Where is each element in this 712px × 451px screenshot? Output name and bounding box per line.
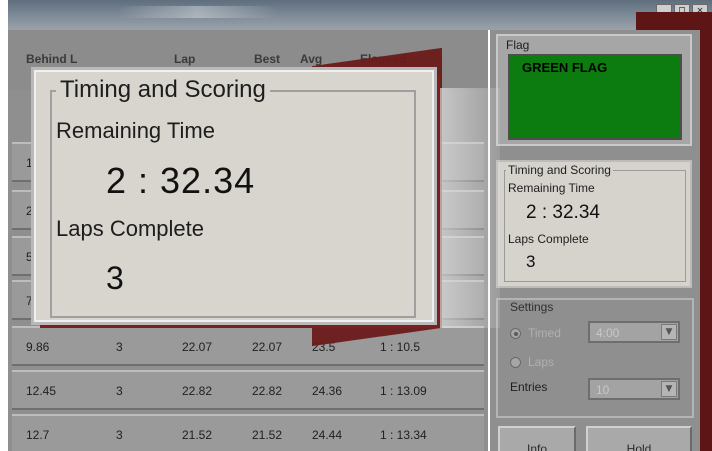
- table-row[interactable]: 12.7 3 21.52 21.52 24.44 1 : 13.34: [12, 414, 484, 451]
- zoomed-timing-group: Timing and Scoring Remaining Time 2 : 32…: [50, 76, 416, 318]
- flag-indicator: GREEN FLAG: [508, 54, 682, 140]
- laps-complete-value: 3: [526, 252, 536, 271]
- table-row[interactable]: 9.86 3 22.07 22.07 23.5 1 : 10.5: [12, 326, 484, 366]
- cell-elapsed: 1 : 13.09: [380, 384, 427, 398]
- cell-last: 22.07: [182, 340, 213, 354]
- chevron-down-icon[interactable]: ▼: [661, 381, 677, 397]
- cell-elapsed: 1 : 13.34: [380, 428, 427, 442]
- settings-legend: Settings: [508, 300, 556, 314]
- laps-complete-label: Laps Complete: [508, 232, 589, 246]
- flag-status: GREEN FLAG: [522, 60, 608, 75]
- zoomed-remaining-value: 2 : 32.34: [106, 160, 256, 201]
- laps-radio[interactable]: [510, 357, 521, 368]
- cell-behind: 2: [26, 204, 33, 218]
- chevron-down-icon[interactable]: ▼: [661, 324, 677, 340]
- laps-label: Laps: [528, 355, 555, 369]
- flag-legend: Flag: [506, 38, 530, 52]
- cell-best: 21.52: [252, 428, 283, 442]
- cell-avg: 24.44: [312, 428, 343, 442]
- cell-behind: 9.86: [26, 340, 50, 354]
- table-row[interactable]: 12.45 3 22.82 22.82 24.36 1 : 13.09: [12, 370, 484, 410]
- timed-select[interactable]: 4:00 ▼: [588, 321, 680, 343]
- cell-behind: 7: [26, 294, 33, 308]
- cell-behind: 12.7: [26, 428, 50, 442]
- col-avg[interactable]: Avg: [300, 52, 322, 66]
- cell-behind: 1: [26, 156, 33, 170]
- cell-avg: 24.36: [312, 384, 343, 398]
- entries-select-value: 10: [596, 383, 610, 397]
- cell-lap: 3: [116, 384, 123, 398]
- timed-select-value: 4:00: [596, 326, 620, 340]
- entries-select[interactable]: 10 ▼: [588, 378, 680, 400]
- cell-behind: 5: [26, 250, 33, 264]
- cell-lap: 3: [116, 428, 123, 442]
- cell-best: 22.82: [252, 384, 283, 398]
- cell-last: 21.52: [182, 428, 213, 442]
- col-lap[interactable]: Lap: [174, 52, 195, 66]
- app-window: _ □ ✕ Behind L Lap Best Avg Elapsed 1 2 …: [0, 0, 712, 451]
- zoomed-timing-panel: Timing and Scoring Remaining Time 2 : 32…: [34, 70, 434, 322]
- hold-button[interactable]: Hold: [586, 426, 692, 451]
- col-best[interactable]: Best: [254, 52, 280, 66]
- remaining-time-label: Remaining Time: [508, 181, 595, 195]
- entries-label: Entries: [510, 380, 548, 394]
- zoomed-legend: Timing and Scoring: [56, 76, 270, 104]
- cell-elapsed: 1 : 10.5: [380, 340, 421, 354]
- cell-behind: 12.45: [26, 384, 57, 398]
- col-behind[interactable]: Behind L: [26, 52, 77, 66]
- remaining-time-value: 2 : 32.34: [526, 202, 600, 223]
- zoomed-laps-value: 3: [106, 260, 124, 296]
- timed-label: Timed: [528, 326, 561, 340]
- title-bar: _ □ ✕: [8, 0, 712, 30]
- timed-radio[interactable]: [510, 328, 521, 339]
- cell-lap: 3: [116, 340, 123, 354]
- cell-last: 22.82: [182, 384, 213, 398]
- zoomed-remaining-label: Remaining Time: [56, 118, 215, 143]
- settings-group: Settings Timed 4:00 ▼ Laps Entries 10 ▼: [496, 298, 694, 418]
- timing-scoring-group: Timing and Scoring Remaining Time 2 : 32…: [496, 160, 692, 288]
- flag-group: Flag GREEN FLAG: [496, 34, 692, 146]
- zoomed-laps-label: Laps Complete: [56, 216, 204, 241]
- cell-best: 22.07: [252, 340, 283, 354]
- timing-scoring-legend: Timing and Scoring: [506, 163, 613, 177]
- info-button[interactable]: Info: [498, 426, 576, 451]
